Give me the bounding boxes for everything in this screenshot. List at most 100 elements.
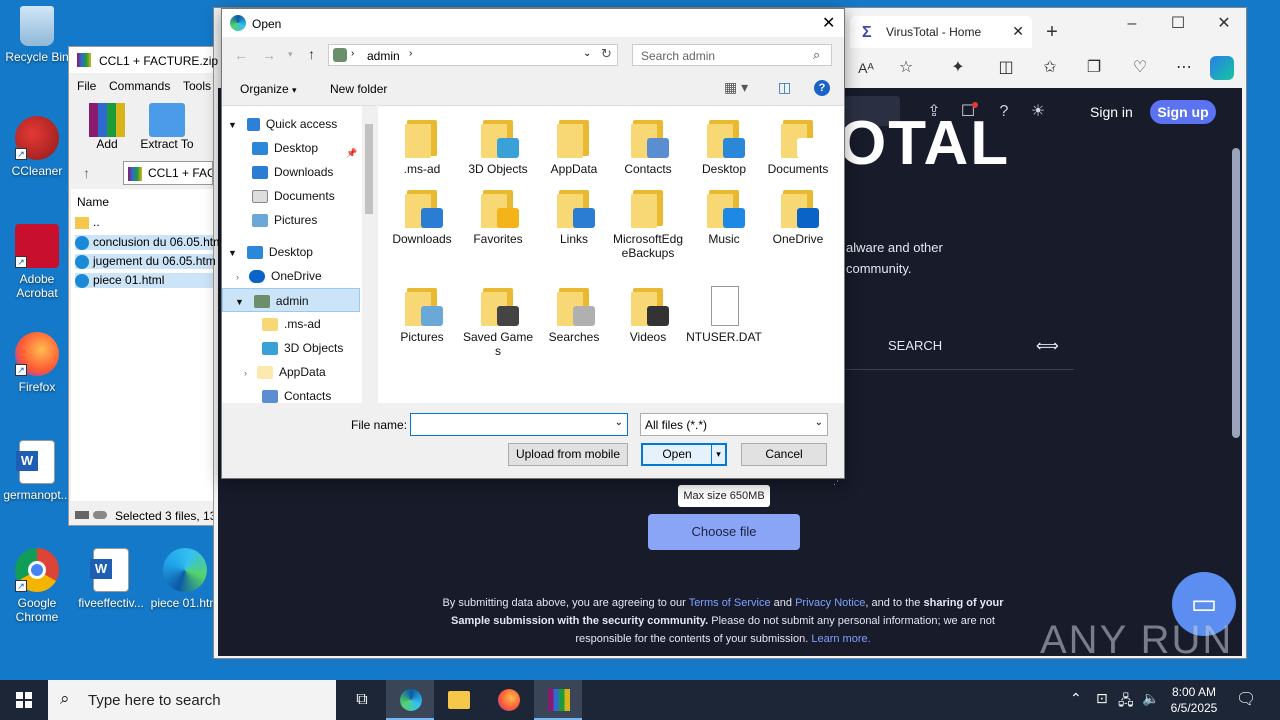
extract-to-button[interactable]: Extract To: [137, 103, 197, 151]
new-folder-button[interactable]: New folder: [330, 82, 387, 96]
show-hidden-icons-icon[interactable]: ⌃: [1070, 690, 1082, 707]
nav-scrollbar[interactable]: [362, 106, 376, 403]
column-header-name[interactable]: Name: [77, 195, 109, 209]
nav-quick-access[interactable]: ▼ Quick access: [228, 112, 337, 136]
desktop-icon-word-doc[interactable]: W germanopt...: [0, 440, 74, 502]
ethernet-icon[interactable]: 🖧: [1118, 690, 1134, 714]
new-tab-icon[interactable]: +: [1038, 18, 1066, 46]
resize-grip-icon[interactable]: ⋰: [833, 476, 842, 487]
refresh-icon[interactable]: ↻: [601, 46, 612, 62]
back-arrow-icon[interactable]: ←: [234, 47, 248, 63]
address-bar[interactable]: › admin › ⌄ ↻: [328, 44, 618, 66]
sign-up-button[interactable]: Sign up: [1150, 100, 1216, 124]
file-type-select[interactable]: All files (*.*) ⌄: [640, 413, 828, 436]
folder-item[interactable]: .ms-ad: [384, 118, 460, 176]
breadcrumb[interactable]: admin: [367, 49, 400, 63]
desktop-icon-word-doc-2[interactable]: W fiveeffectiv...: [74, 548, 148, 610]
tab-search[interactable]: SEARCH: [888, 338, 942, 353]
folder-item[interactable]: NTUSER.DAT: [686, 286, 762, 344]
folder-item[interactable]: Links: [536, 188, 612, 246]
scroll-thumb[interactable]: [365, 124, 373, 214]
close-icon[interactable]: ✕: [822, 13, 835, 33]
open-dropdown-icon[interactable]: ▾: [711, 445, 725, 464]
extensions-icon[interactable]: ✦: [944, 54, 972, 82]
cancel-button[interactable]: Cancel: [741, 443, 827, 466]
folder-item[interactable]: Saved Games: [460, 286, 536, 358]
sign-in-link[interactable]: Sign in: [1090, 104, 1133, 120]
open-button[interactable]: Open ▾: [641, 443, 727, 466]
folder-item[interactable]: AppData: [536, 118, 612, 176]
organize-menu[interactable]: Organize ▾: [240, 82, 297, 96]
menu-commands[interactable]: Commands: [109, 79, 170, 93]
copilot-icon[interactable]: [1210, 56, 1234, 80]
chevron-down-icon[interactable]: ⌄: [583, 48, 591, 59]
forward-arrow-icon[interactable]: →: [262, 47, 276, 63]
winrar-taskbar-icon[interactable]: [534, 680, 582, 720]
maximize-icon[interactable]: ☐: [1164, 10, 1192, 38]
preview-pane-icon[interactable]: ◫: [778, 79, 791, 96]
folder-item[interactable]: Favorites: [460, 188, 536, 246]
list-item[interactable]: jugement du 06.05.htm: [75, 254, 216, 269]
nav-ms-ad[interactable]: .ms-ad: [262, 312, 321, 336]
desktop-icon-recycle-bin[interactable]: Recycle Bin: [0, 6, 74, 64]
more-menu-icon[interactable]: ⋯: [1170, 54, 1198, 82]
add-button[interactable]: Add: [83, 103, 131, 151]
folder-item[interactable]: 3D Objects: [460, 118, 536, 176]
desktop-icon-google-chrome[interactable]: ↗ Google Chrome: [0, 548, 74, 624]
folder-item[interactable]: Searches: [536, 286, 612, 344]
firefox-taskbar-icon[interactable]: [484, 680, 532, 720]
folder-item[interactable]: Music: [686, 188, 762, 246]
nav-pictures[interactable]: Pictures: [252, 208, 317, 232]
search-advanced-icon[interactable]: ⟺: [1036, 336, 1059, 356]
list-item[interactable]: piece 01.html: [75, 273, 213, 288]
nav-desktop-pinned[interactable]: Desktop: [252, 136, 318, 160]
folder-item[interactable]: Desktop: [686, 118, 762, 176]
folder-item[interactable]: Contacts: [610, 118, 686, 176]
split-screen-icon[interactable]: ◫: [992, 54, 1020, 82]
view-options-icon[interactable]: ▦ ▾: [724, 79, 748, 96]
folder-item[interactable]: MicrosoftEdgeBackups: [610, 188, 686, 260]
read-aloud-icon[interactable]: Aᴬ: [852, 54, 880, 82]
browser-essentials-icon[interactable]: ♡: [1126, 54, 1154, 82]
help-icon[interactable]: ?: [814, 80, 830, 96]
taskbar-search-box[interactable]: ⌕ Type here to search: [48, 680, 336, 720]
minimize-icon[interactable]: –: [1118, 10, 1146, 38]
learn-more-link[interactable]: Learn more.: [811, 633, 870, 645]
choose-file-button[interactable]: Choose file: [648, 514, 800, 550]
favorites-icon[interactable]: ✩: [1036, 54, 1064, 82]
collections-icon[interactable]: ❐: [1080, 54, 1108, 82]
terms-of-service-link[interactable]: Terms of Service: [689, 597, 771, 609]
desktop-icon-firefox[interactable]: ↗ Firefox: [0, 332, 74, 394]
winrar-path-field[interactable]: CCL1 + FACT: [123, 161, 213, 185]
desktop-icon-ccleaner[interactable]: ↗ CCleaner: [0, 116, 74, 178]
folder-item[interactable]: Downloads: [384, 188, 460, 246]
folder-item[interactable]: Documents: [760, 118, 836, 176]
menu-file[interactable]: File: [77, 79, 96, 93]
nav-admin[interactable]: ▼ admin: [222, 288, 360, 312]
nav-appdata[interactable]: › AppData: [244, 360, 326, 384]
search-input[interactable]: Search admin ⌕: [632, 44, 832, 66]
up-arrow-icon[interactable]: ↑: [83, 165, 90, 181]
menu-tools[interactable]: Tools: [183, 79, 211, 93]
theme-toggle-icon[interactable]: ☀: [1024, 98, 1052, 126]
notification-center-icon[interactable]: 🗨: [1236, 689, 1256, 709]
up-arrow-icon[interactable]: ↑: [308, 46, 315, 62]
nav-onedrive[interactable]: › OneDrive: [236, 264, 322, 288]
folder-item[interactable]: Videos: [610, 286, 686, 344]
start-button[interactable]: [0, 680, 48, 720]
nav-3d-objects[interactable]: 3D Objects: [262, 336, 343, 360]
network-icon[interactable]: ⊡: [1096, 690, 1108, 707]
recent-locations-icon[interactable]: ▾: [288, 49, 293, 60]
file-name-input[interactable]: ⌄: [410, 413, 628, 436]
nav-contacts[interactable]: Contacts: [262, 384, 331, 403]
clock[interactable]: 8:00 AM 6/5/2025: [1166, 684, 1222, 716]
list-item[interactable]: ..: [75, 215, 100, 229]
vertical-scrollbar[interactable]: [1232, 148, 1240, 438]
nav-downloads[interactable]: Downloads: [252, 160, 333, 184]
privacy-notice-link[interactable]: Privacy Notice: [795, 597, 865, 609]
desktop-icon-adobe-acrobat[interactable]: ↗ Adobe Acrobat: [0, 224, 74, 300]
volume-icon[interactable]: 🔈: [1142, 690, 1159, 707]
close-icon[interactable]: ✕: [1210, 10, 1238, 38]
upload-from-mobile-button[interactable]: Upload from mobile: [508, 443, 628, 466]
folder-item[interactable]: Pictures: [384, 286, 460, 344]
